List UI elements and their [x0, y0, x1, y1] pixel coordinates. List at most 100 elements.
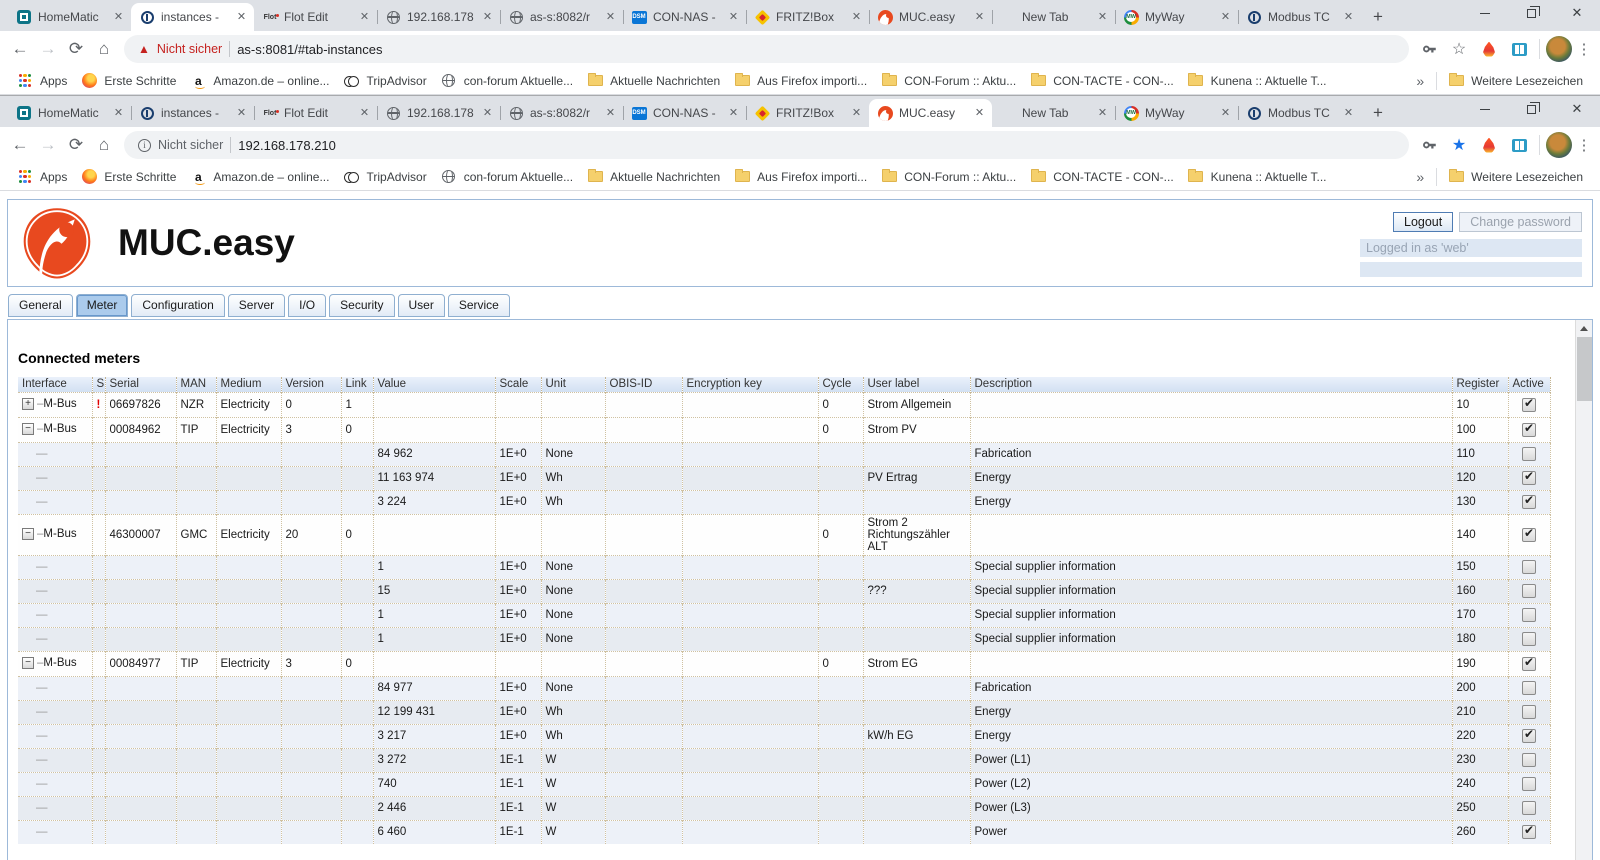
tab-meter[interactable]: Meter [76, 294, 129, 317]
flame-extension-button[interactable] [1475, 35, 1503, 63]
tab-close-icon[interactable]: ✕ [111, 10, 126, 25]
tab-close-icon[interactable]: ✕ [849, 10, 864, 25]
tab-close-icon[interactable]: ✕ [849, 106, 864, 121]
bookmark-apps[interactable]: Apps [10, 167, 74, 187]
bookmark-aus-firefox-importi-[interactable]: Aus Firefox importi... [727, 71, 874, 91]
browser-tab-homematic[interactable]: HomeMatic✕ [8, 3, 131, 31]
other-bookmarks-button[interactable]: Weitere Lesezeichen [1441, 71, 1590, 91]
column-header[interactable]: Value [373, 377, 495, 392]
profile-avatar[interactable] [1546, 132, 1572, 158]
active-checkbox[interactable] [1522, 705, 1536, 719]
active-checkbox[interactable] [1522, 681, 1536, 695]
home-button[interactable]: ⌂ [90, 131, 118, 159]
tab-close-icon[interactable]: ✕ [480, 106, 495, 121]
address-bar[interactable]: ▲Nicht sicheras-s:8081/#tab-instances [124, 35, 1409, 63]
browser-tab-modbus-tc[interactable]: Modbus TC✕ [1238, 3, 1361, 31]
column-header[interactable]: Scale [495, 377, 541, 392]
scroll-up-button[interactable] [1576, 320, 1592, 336]
home-button[interactable]: ⌂ [90, 35, 118, 63]
browser-tab-as-s-8082-r[interactable]: as-s:8082/r✕ [500, 99, 623, 127]
tab-service[interactable]: Service [448, 294, 510, 317]
browser-tab-192-168-178[interactable]: 192.168.178✕ [377, 3, 500, 31]
forward-button[interactable]: → [34, 35, 62, 63]
address-bar[interactable]: iNicht sicher192.168.178.210 [124, 131, 1409, 159]
bookmarks-overflow-chevron[interactable]: » [1408, 169, 1432, 185]
minimize-button[interactable] [1462, 96, 1508, 122]
column-header[interactable]: Interface [18, 377, 92, 392]
active-checkbox[interactable] [1522, 423, 1536, 437]
tab-close-icon[interactable]: ✕ [480, 10, 495, 25]
browser-tab-192-168-178[interactable]: 192.168.178✕ [377, 99, 500, 127]
column-header[interactable]: Encryption key [682, 377, 818, 392]
bookmark-this-page-button[interactable]: ☆ [1445, 35, 1473, 63]
column-header[interactable]: Active [1508, 377, 1550, 392]
bookmark-con-forum-aktu-[interactable]: CON-Forum :: Aktu... [874, 71, 1023, 91]
bookmark-erste-schritte[interactable]: Erste Schritte [74, 167, 183, 187]
active-checkbox[interactable] [1522, 608, 1536, 622]
active-checkbox[interactable] [1522, 447, 1536, 461]
active-checkbox[interactable] [1522, 398, 1536, 412]
browser-menu-button[interactable]: ⋮ [1574, 136, 1594, 154]
bookmark-tripadvisor[interactable]: TripAdvisor [336, 167, 433, 187]
tab-general[interactable]: General [8, 294, 73, 317]
bookmark-con-forum-aktu-[interactable]: CON-Forum :: Aktu... [874, 167, 1023, 187]
active-checkbox[interactable] [1522, 777, 1536, 791]
tab-close-icon[interactable]: ✕ [603, 10, 618, 25]
browser-tab-instances-[interactable]: instances -✕ [131, 3, 254, 31]
change-password-button[interactable]: Change password [1459, 212, 1582, 232]
active-checkbox[interactable] [1522, 657, 1536, 671]
active-checkbox[interactable] [1522, 495, 1536, 509]
reload-button[interactable]: ⟳ [62, 35, 90, 63]
column-header[interactable]: Version [281, 377, 341, 392]
bookmark-apps[interactable]: Apps [10, 71, 74, 91]
tab-close-icon[interactable]: ✕ [1095, 10, 1110, 25]
column-header[interactable]: Serial [105, 377, 176, 392]
tab-close-icon[interactable]: ✕ [1341, 10, 1356, 25]
logout-button[interactable]: Logout [1393, 212, 1453, 232]
new-tab-button[interactable]: + [1365, 100, 1391, 126]
active-checkbox[interactable] [1522, 528, 1536, 542]
flame-extension-button[interactable] [1475, 131, 1503, 159]
reload-button[interactable]: ⟳ [62, 131, 90, 159]
browser-tab-new-tab[interactable]: New Tab✕ [992, 99, 1115, 127]
tab-close-icon[interactable]: ✕ [972, 10, 987, 25]
close-window-button[interactable]: ✕ [1554, 96, 1600, 122]
bookmark-con-forum-aktuelle-[interactable]: con-forum Aktuelle... [434, 71, 580, 91]
column-header[interactable]: Register [1452, 377, 1508, 392]
tab-close-icon[interactable]: ✕ [234, 10, 249, 25]
active-checkbox[interactable] [1522, 801, 1536, 815]
bookmark-aktuelle-nachrichten[interactable]: Aktuelle Nachrichten [580, 71, 727, 91]
column-header[interactable]: OBIS-ID [605, 377, 682, 392]
browser-tab-muc-easy[interactable]: MUC.easy✕ [869, 3, 992, 31]
collapse-toggle-icon[interactable]: − [22, 657, 34, 669]
tab-close-icon[interactable]: ✕ [1218, 10, 1233, 25]
back-button[interactable]: ← [6, 131, 34, 159]
column-header[interactable]: Link [341, 377, 373, 392]
scrollbar-thumb[interactable] [1577, 337, 1592, 401]
bookmark-erste-schritte[interactable]: Erste Schritte [74, 71, 183, 91]
tab-close-icon[interactable]: ✕ [603, 106, 618, 121]
tab-security[interactable]: Security [329, 294, 394, 317]
bookmark-con-tacte-con-[interactable]: CON-TACTE - CON-... [1023, 167, 1180, 187]
tab-close-icon[interactable]: ✕ [234, 106, 249, 121]
tab-close-icon[interactable]: ✕ [726, 10, 741, 25]
bookmark-con-tacte-con-[interactable]: CON-TACTE - CON-... [1023, 71, 1180, 91]
expand-toggle-icon[interactable]: + [22, 398, 34, 410]
active-checkbox[interactable] [1522, 825, 1536, 839]
browser-tab-modbus-tc[interactable]: Modbus TC✕ [1238, 99, 1361, 127]
password-key-button[interactable] [1415, 131, 1443, 159]
column-header[interactable]: Medium [216, 377, 281, 392]
bookmark-tripadvisor[interactable]: TripAdvisor [336, 71, 433, 91]
bookmark-kunena-aktuelle-t-[interactable]: Kunena :: Aktuelle T... [1181, 167, 1334, 187]
bookmark-aktuelle-nachrichten[interactable]: Aktuelle Nachrichten [580, 167, 727, 187]
browser-tab-myway[interactable]: MyWay✕ [1115, 99, 1238, 127]
forward-button[interactable]: → [34, 131, 62, 159]
active-checkbox[interactable] [1522, 584, 1536, 598]
collapse-toggle-icon[interactable]: − [22, 423, 34, 435]
active-checkbox[interactable] [1522, 729, 1536, 743]
tab-close-icon[interactable]: ✕ [357, 106, 372, 121]
browser-tab-con-nas-[interactable]: DSMCON-NAS -✕ [623, 3, 746, 31]
bookmarks-overflow-chevron[interactable]: » [1408, 73, 1432, 89]
reading-list-extension-button[interactable] [1505, 131, 1533, 159]
tab-close-icon[interactable]: ✕ [972, 106, 987, 121]
